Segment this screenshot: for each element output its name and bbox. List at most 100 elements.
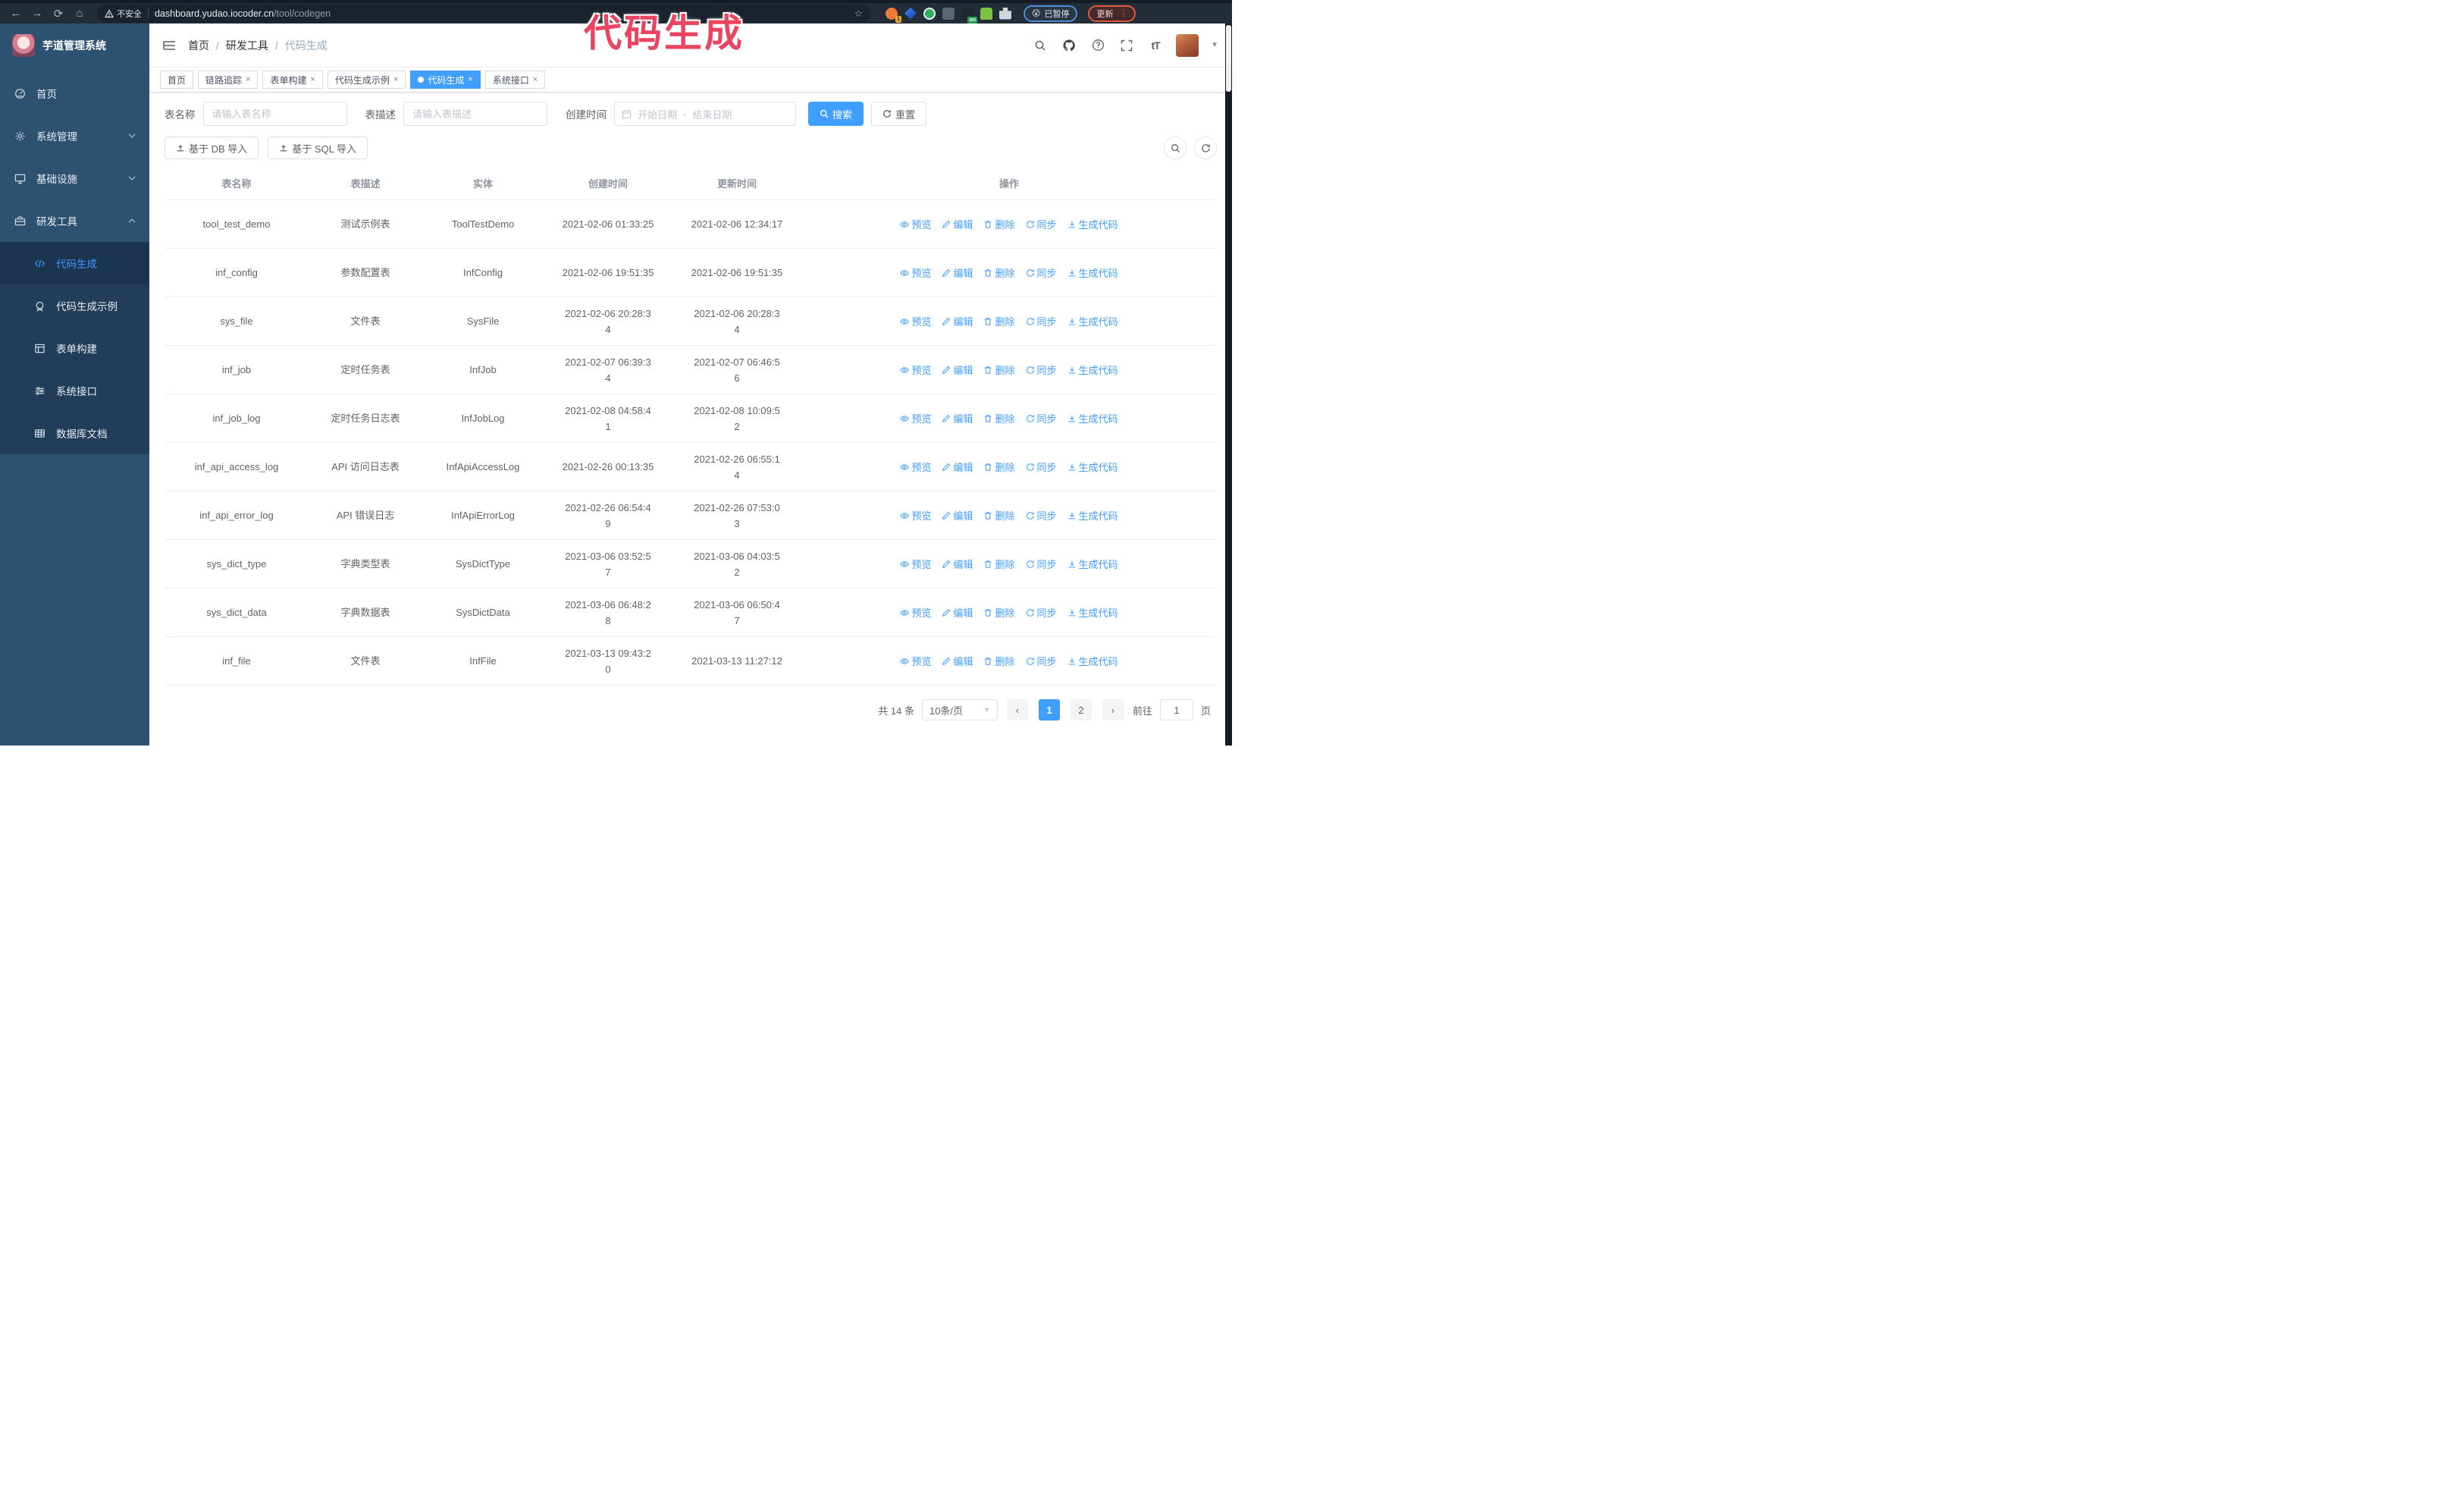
delete-action[interactable]: 删除 [983,508,1015,523]
sidebar-item-codegen[interactable]: 代码生成 [0,242,149,284]
generate-code-action[interactable]: 生成代码 [1067,217,1118,231]
tab-codegen[interactable]: 代码生成 × [410,71,481,89]
generate-code-action[interactable]: 生成代码 [1067,557,1118,571]
generate-code-action[interactable]: 生成代码 [1067,265,1118,280]
close-icon[interactable]: × [468,75,472,84]
sync-action[interactable]: 同步 [1026,654,1057,668]
search-icon[interactable] [1032,37,1049,54]
sidebar-item-db-doc[interactable]: 数据库文档 [0,412,149,454]
tab-codegen-demo[interactable]: 代码生成示例 × [327,71,406,89]
github-icon[interactable] [1061,37,1077,54]
delete-action[interactable]: 删除 [983,314,1015,328]
security-warning[interactable]: 不安全 [105,8,142,20]
page-button-1[interactable]: 1 [1038,699,1060,720]
import-db-button[interactable]: 基于 DB 导入 [165,137,259,159]
sidebar-item-system[interactable]: 系统管理 [0,115,149,157]
delete-action[interactable]: 删除 [983,605,1015,620]
delete-action[interactable]: 删除 [983,265,1015,280]
sync-action[interactable]: 同步 [1026,217,1057,231]
delete-action[interactable]: 删除 [983,460,1015,474]
browser-home-icon[interactable]: ⌂ [71,5,88,22]
sync-action[interactable]: 同步 [1026,411,1057,425]
delete-action[interactable]: 删除 [983,654,1015,668]
close-icon[interactable]: × [393,75,398,84]
edit-action[interactable]: 编辑 [942,605,973,620]
preview-action[interactable]: 预览 [900,605,931,620]
sidebar-item-infra[interactable]: 基础设施 [0,157,149,199]
sidebar-item-home[interactable]: 首页 [0,72,149,115]
font-size-icon[interactable]: tT [1147,37,1164,54]
next-page-button[interactable]: › [1102,699,1124,720]
import-sql-button[interactable]: 基于 SQL 导入 [268,137,368,159]
page-button-2[interactable]: 2 [1070,699,1092,720]
table-name-input[interactable] [202,102,347,126]
preview-action[interactable]: 预览 [900,411,931,425]
edit-action[interactable]: 编辑 [942,314,973,328]
tab-tracing[interactable]: 链路追踪 × [198,71,259,89]
date-range-picker[interactable]: 开始日期 - 结束日期 [614,102,796,126]
sync-action[interactable]: 同步 [1026,363,1057,377]
page-scrollbar[interactable] [1225,24,1232,746]
goto-page-input[interactable] [1159,699,1193,720]
delete-action[interactable]: 删除 [983,217,1015,231]
sync-action[interactable]: 同步 [1026,265,1057,280]
sync-action[interactable]: 同步 [1026,460,1057,474]
scrollbar-thumb[interactable] [1226,25,1231,92]
close-icon[interactable]: × [246,75,250,84]
table-desc-input[interactable] [403,102,547,126]
bookmark-star-icon[interactable]: ☆ [854,8,863,20]
extension-icon-green-check[interactable] [923,7,936,20]
tab-form-builder[interactable]: 表单构建 × [262,71,323,89]
browser-reload-icon[interactable]: ⟳ [50,5,67,22]
sidebar-item-devtools[interactable]: 研发工具 [0,199,149,242]
help-icon[interactable] [1089,37,1106,54]
edit-action[interactable]: 编辑 [942,265,973,280]
generate-code-action[interactable]: 生成代码 [1067,363,1118,377]
preview-action[interactable]: 预览 [900,654,931,668]
edit-action[interactable]: 编辑 [942,411,973,425]
browser-forward-icon[interactable]: → [29,5,45,22]
edit-action[interactable]: 编辑 [942,654,973,668]
tab-home[interactable]: 首页 [160,71,194,89]
close-icon[interactable]: × [310,75,315,84]
app-logo[interactable]: 芋道管理系统 [0,24,149,67]
search-button[interactable]: 搜索 [808,102,864,126]
extension-icon-orange[interactable]: 1 [886,7,901,23]
edit-action[interactable]: 编辑 [942,217,973,231]
edit-action[interactable]: 编辑 [942,460,973,474]
preview-action[interactable]: 预览 [900,265,931,280]
preview-action[interactable]: 预览 [900,557,931,571]
generate-code-action[interactable]: 生成代码 [1067,605,1118,620]
fullscreen-icon[interactable] [1118,37,1135,54]
sidebar-item-form-builder[interactable]: 表单构建 [0,327,149,369]
delete-action[interactable]: 删除 [983,557,1015,571]
breadcrumb-home[interactable]: 首页 [188,38,209,53]
sync-action[interactable]: 同步 [1026,605,1057,620]
browser-back-icon[interactable]: ← [8,5,24,22]
profile-paused-pill[interactable]: 😲 已暂停 [1024,5,1078,22]
generate-code-action[interactable]: 生成代码 [1067,654,1118,668]
reset-button[interactable]: 重置 [871,102,927,126]
generate-code-action[interactable]: 生成代码 [1067,314,1118,328]
extension-puzzle-icon[interactable] [999,7,1011,20]
refresh-table-button[interactable] [1194,137,1217,159]
extension-icon-green-robot[interactable] [980,7,992,20]
sync-action[interactable]: 同步 [1026,557,1057,571]
generate-code-action[interactable]: 生成代码 [1067,508,1118,523]
preview-action[interactable]: 预览 [900,217,931,231]
preview-action[interactable]: 预览 [900,314,931,328]
preview-action[interactable]: 预览 [900,363,931,377]
close-icon[interactable]: × [533,75,538,84]
delete-action[interactable]: 删除 [983,363,1015,377]
extension-icon-dark-on[interactable]: on [961,7,977,24]
generate-code-action[interactable]: 生成代码 [1067,460,1118,474]
edit-action[interactable]: 编辑 [942,557,973,571]
user-menu-caret-icon[interactable]: ▼ [1211,41,1218,49]
user-avatar[interactable] [1176,33,1199,57]
edit-action[interactable]: 编辑 [942,363,973,377]
sync-action[interactable]: 同步 [1026,314,1057,328]
delete-action[interactable]: 删除 [983,411,1015,425]
hamburger-icon[interactable] [163,40,176,51]
edit-action[interactable]: 编辑 [942,508,973,523]
page-size-select[interactable]: 10条/页 ▼ [921,699,998,720]
